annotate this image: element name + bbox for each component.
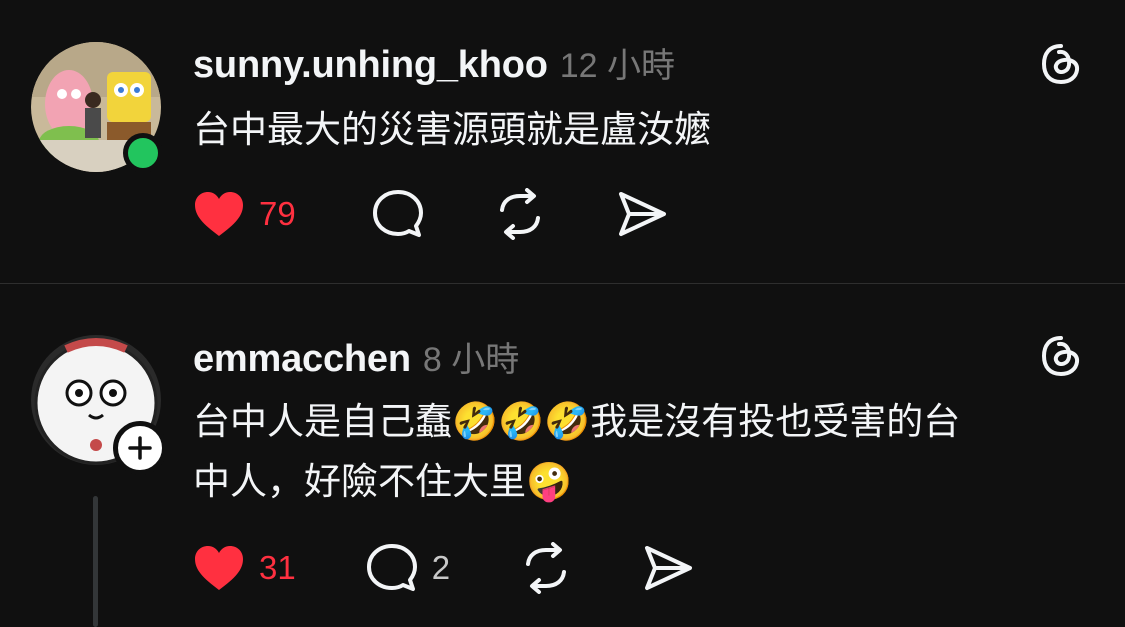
repost-icon — [526, 542, 567, 594]
username[interactable]: emmacchen — [193, 338, 411, 381]
timestamp: 12 小時 — [559, 47, 676, 85]
like-count: 79 — [259, 195, 296, 232]
comment-icon — [372, 190, 423, 237]
comment-button[interactable]: 2 — [366, 542, 450, 594]
post-text: 台中人是自己蠢🤣🤣🤣我是沒有投也受害的台 中人，好險不住大里🤪 — [193, 392, 1093, 512]
post-text: 台中最大的災害源頭就是盧汝嬤 — [193, 108, 711, 151]
timestamp: 8 小時 — [422, 341, 520, 379]
repost-button[interactable] — [494, 188, 546, 240]
repost-icon — [499, 188, 540, 240]
online-status-dot — [123, 133, 163, 173]
action-bar: 79 — [193, 188, 738, 240]
share-icon — [645, 546, 693, 590]
post-header: sunny.unhing_khoo 12 小時 — [193, 38, 675, 87]
like-button[interactable]: 31 — [193, 544, 296, 592]
comment-button[interactable] — [372, 188, 424, 240]
follow-button[interactable] — [113, 421, 167, 475]
plus-icon — [128, 436, 152, 460]
post-header: emmacchen 8 小時 — [193, 332, 519, 381]
repost-button[interactable] — [520, 542, 572, 594]
username[interactable]: sunny.unhing_khoo — [193, 44, 548, 87]
like-count: 31 — [259, 549, 296, 586]
share-icon — [618, 192, 666, 236]
action-bar: 31 2 — [193, 542, 764, 594]
post-text-line: 台中人是自己蠢🤣🤣🤣我是沒有投也受害的台 — [193, 400, 961, 443]
threads-logo-icon[interactable] — [1037, 332, 1085, 380]
comment-icon — [366, 544, 417, 591]
thread-post: sunny.unhing_khoo 12 小時 台中最大的災害源頭就是盧汝嬤 7… — [0, 0, 1125, 283]
post-text-line: 中人，好險不住大里🤪 — [193, 460, 573, 503]
like-button[interactable]: 79 — [193, 190, 296, 238]
reply-count: 2 — [431, 549, 451, 586]
share-button[interactable] — [616, 188, 668, 240]
thread-connector-line — [93, 496, 98, 627]
heart-icon — [195, 546, 243, 590]
thread-post: emmacchen 8 小時 台中人是自己蠢🤣🤣🤣我是沒有投也受害的台 中人，好… — [0, 284, 1125, 627]
threads-logo-icon[interactable] — [1037, 40, 1085, 88]
share-button[interactable] — [642, 542, 694, 594]
heart-icon — [195, 192, 243, 236]
